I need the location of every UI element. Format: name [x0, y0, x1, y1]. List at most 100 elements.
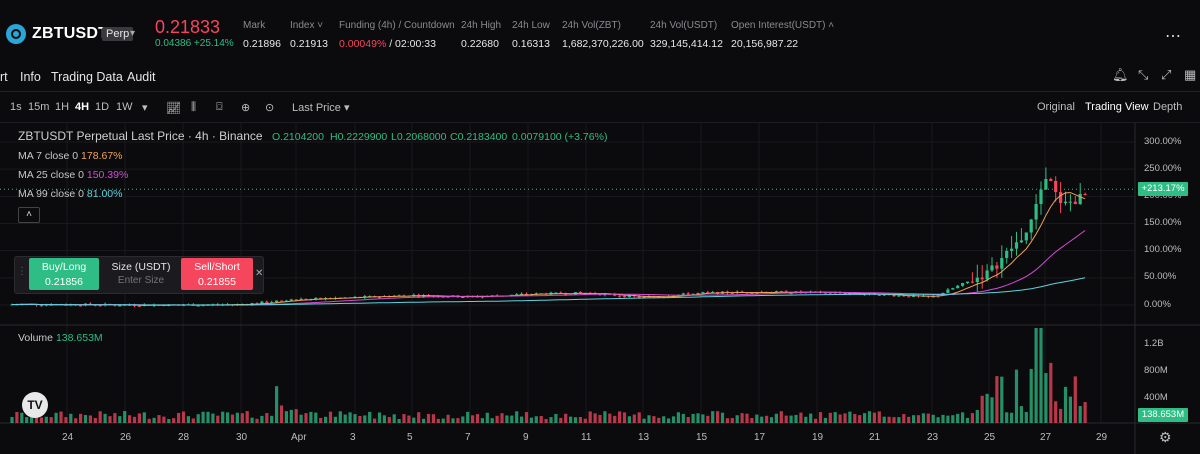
volume-bar: [833, 412, 837, 423]
volume-bar: [730, 418, 734, 423]
tradingview-logo-icon[interactable]: TV: [22, 392, 48, 418]
volume-bar: [652, 416, 656, 423]
symbol-dropdown-icon[interactable]: ▾: [130, 28, 135, 39]
volume-bar: [167, 418, 171, 423]
close-icon[interactable]: ✕: [255, 268, 263, 279]
volume-bar: [642, 418, 646, 423]
volume-bar: [618, 411, 622, 423]
alert-bell-icon[interactable]: 🔔︎: [1112, 67, 1129, 83]
candle-body: [1000, 258, 1004, 269]
volume-bar: [711, 411, 715, 423]
volume-tick: 800M: [1144, 365, 1168, 376]
volume-bar: [941, 414, 945, 423]
collapse-icon[interactable]: ⤡: [1138, 67, 1148, 83]
drag-handle-icon[interactable]: ⋮: [17, 266, 27, 277]
volume-bar: [157, 415, 161, 423]
interval-dropdown-icon[interactable]: ▾: [142, 101, 148, 114]
date-tick: 11: [581, 432, 592, 443]
volume-bar: [892, 417, 896, 423]
interval-1d[interactable]: 1D: [95, 101, 109, 113]
interval-1s[interactable]: 1s: [10, 101, 22, 113]
volume-bar: [716, 411, 720, 423]
current-price-badge: +213.17%: [1138, 182, 1188, 196]
volume-bar: [177, 412, 181, 423]
price-source-select[interactable]: Last Price ▾: [292, 101, 350, 114]
tab-chart[interactable]: rt: [0, 70, 8, 84]
chart-type-icon[interactable]: ⫼: [191, 101, 196, 114]
date-tick: 19: [812, 432, 824, 443]
divider: [0, 91, 1200, 92]
tab-trading-data[interactable]: Trading Data: [51, 70, 123, 84]
indicators-icon[interactable]: 📈︎: [166, 101, 181, 115]
more-menu-icon[interactable]: ⋯: [1165, 26, 1181, 46]
volume-bar: [789, 415, 793, 423]
interval-4h[interactable]: 4H: [75, 101, 89, 113]
volume-bar: [1083, 402, 1087, 423]
view-depth[interactable]: Depth: [1153, 101, 1182, 113]
volume-bar: [1078, 406, 1082, 423]
volume-bar: [912, 415, 916, 423]
tab-audit[interactable]: Audit: [127, 70, 156, 84]
volume-bar: [1019, 406, 1023, 423]
volume-bar: [858, 415, 862, 423]
volume-bar: [583, 418, 587, 423]
volume-bar: [431, 414, 435, 423]
candle-body: [961, 283, 965, 286]
volume-bar: [142, 412, 146, 423]
volume-bar: [299, 414, 303, 423]
candle-body: [1073, 201, 1077, 205]
size-input[interactable]: [106, 275, 176, 286]
volume-bar: [373, 418, 377, 423]
chart-title: ZBTUSDT Perpetual Last Price · 4h · Bina…: [18, 129, 263, 143]
view-trading-view[interactable]: Trading View: [1085, 101, 1149, 113]
buy-long-button[interactable]: Buy/Long 0.21856: [29, 258, 99, 290]
candle-body: [681, 293, 685, 295]
candle-body: [1024, 232, 1028, 241]
date-tick: 13: [638, 432, 650, 443]
volume-bar: [946, 415, 950, 423]
gear-icon[interactable]: ⚙: [1159, 429, 1172, 446]
symbol-name[interactable]: ZBTUSDT: [32, 25, 108, 43]
expand-icon[interactable]: ⤢: [1161, 67, 1171, 83]
volume-bar: [39, 417, 43, 423]
volume-bar: [250, 417, 254, 423]
stat-value-open-interest: 20,156,987.22: [731, 38, 799, 50]
volume-bar: [412, 417, 416, 423]
ohlc-change: 0.0079100 (+3.76%): [512, 131, 608, 143]
volume-bar: [706, 415, 710, 423]
volume-bar: [181, 411, 186, 423]
date-tick: 28: [178, 432, 190, 443]
grid-icon[interactable]: ▦: [1184, 67, 1196, 83]
ma99-legend: MA 99 close 0 81.00%: [18, 188, 123, 200]
volume-bar: [779, 411, 783, 423]
volume-bar: [270, 415, 274, 423]
stat-label-index[interactable]: Index ˅: [290, 20, 323, 31]
sell-short-button[interactable]: Sell/Short 0.21855: [181, 258, 253, 290]
stat-label-funding: Funding (4h) / Countdown: [339, 20, 455, 31]
view-original[interactable]: Original: [1037, 101, 1075, 113]
crosshair-icon[interactable]: ⊕: [241, 101, 250, 114]
volume-bar: [872, 412, 876, 423]
volume-bar: [441, 418, 445, 423]
interval-1h[interactable]: 1H: [55, 101, 69, 113]
legend-collapse-button[interactable]: ˄: [18, 207, 40, 223]
interval-15m[interactable]: 15m: [28, 101, 49, 113]
interval-1w[interactable]: 1W: [116, 101, 133, 113]
candle-body: [39, 305, 43, 307]
volume-bar: [544, 418, 548, 423]
volume-bar: [750, 418, 754, 423]
volume-bar: [108, 416, 112, 423]
tab-info[interactable]: Info: [20, 70, 41, 84]
volume-bar: [69, 413, 73, 423]
settings-dial-icon[interactable]: ⊙: [265, 101, 274, 114]
stat-label-open-interest[interactable]: Open Interest(USDT) ˄: [731, 20, 834, 31]
candle-body: [1014, 242, 1019, 249]
candle-body: [1049, 179, 1053, 181]
screenshot-icon[interactable]: ⌼: [216, 101, 223, 114]
date-tick: 30: [236, 432, 248, 443]
stat-label-vol-base: 24h Vol(ZBT): [562, 20, 621, 31]
size-field[interactable]: Size (USDT): [103, 258, 179, 290]
volume-bar: [745, 413, 749, 423]
candle-body: [118, 305, 122, 307]
ohlc-close: C0.2183400: [450, 131, 508, 143]
